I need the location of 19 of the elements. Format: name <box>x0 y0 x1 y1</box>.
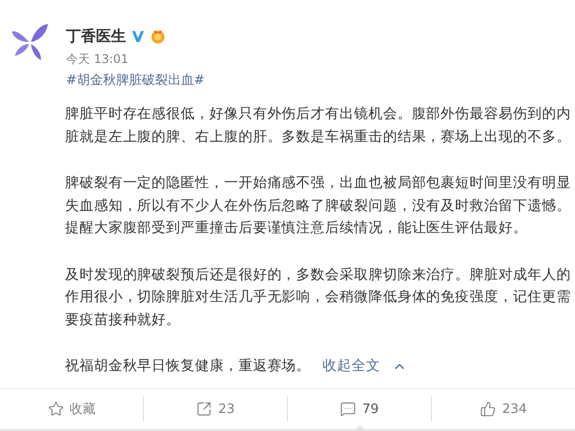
medal-icon <box>150 28 166 44</box>
collapse-link[interactable]: 收起全文 <box>322 357 380 376</box>
action-button[interactable]: 79 <box>334 397 385 421</box>
action-button[interactable]: 收藏 <box>42 396 102 422</box>
hashtag-link[interactable]: #胡金秋脾脏破裂出血# <box>66 72 205 90</box>
action-button[interactable]: 234 <box>474 397 533 421</box>
comment-icon <box>340 401 356 417</box>
post-paragraph: 祝福胡金秋早日恢复健康，重返赛场。 <box>65 357 311 376</box>
star-icon <box>48 401 64 417</box>
post-paragraph: 及时发现的脾破裂预后还是很好的，多数会采取脾切除来治疗。脾脏对成年人的 作用很小，切除脾脏对生活几乎无影响，会稍微降低身体的免疫强度，记住更需 要疫苗接种就好。 <box>65 266 572 330</box>
share-icon <box>196 401 212 417</box>
author-name[interactable]: 丁香医生 <box>66 26 126 46</box>
post-paragraph: 脾脏平时存在感很低，好像只有外伤后才有出镜机会。腹部外伤最容易伤到的内 脏就是左上腹的脾、右上腹的肝。多数是车祸重击的结果，赛场上出现的不多。 <box>65 105 572 146</box>
action-button[interactable]: 23 <box>190 397 241 421</box>
avatar-logo <box>10 22 50 62</box>
post-time: 今天 13:01 <box>66 51 130 67</box>
post-paragraph: 脾破裂有一定的隐匿性，一开始痛感不强，出血也被局部包裹短时间里没有明显 失血感知，所以有不少人在外伤后忽略了脾破裂问题，没有及时救治留下遗憾。 提醒大家腹部受到严重撞击后要谨慎注意后续情况，能让医生评估最好。 <box>65 174 572 238</box>
thumbs-up-icon <box>480 401 496 417</box>
verified-icon <box>131 30 145 42</box>
